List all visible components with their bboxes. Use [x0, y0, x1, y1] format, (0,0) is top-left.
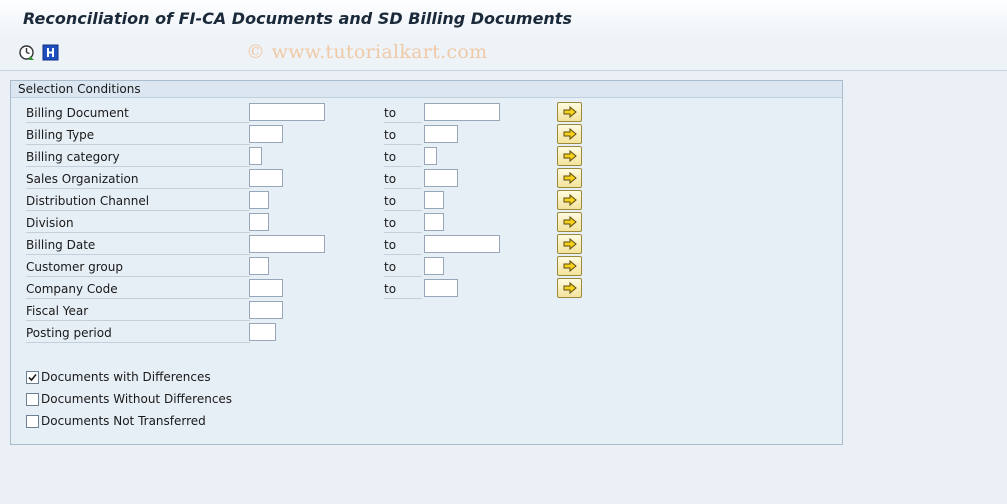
billing-type-row: Billing Type to: [11, 124, 842, 147]
billing-document-row: Billing Document to: [11, 102, 842, 125]
division-from-input[interactable]: [249, 213, 269, 231]
documents-with-differences-label: Documents with Differences: [41, 370, 211, 384]
fiscal-year-input[interactable]: [249, 301, 283, 319]
to-label: to: [384, 281, 422, 299]
arrow-right-icon: [563, 260, 577, 272]
billing-document-from-input[interactable]: [249, 103, 325, 121]
posting-period-label: Posting period: [26, 325, 250, 343]
posting-period-input[interactable]: [249, 323, 276, 341]
arrow-right-icon: [563, 128, 577, 140]
billing-type-to-input[interactable]: [424, 125, 458, 143]
billing-category-to-input[interactable]: [424, 147, 437, 165]
to-label: to: [384, 193, 422, 211]
billing-type-from-input[interactable]: [249, 125, 283, 143]
watermark: © www.tutorialkart.com: [246, 41, 488, 63]
checkmark-icon: [28, 373, 37, 382]
company-code-label: Company Code: [26, 281, 250, 299]
billing-date-from-input[interactable]: [249, 235, 325, 253]
division-multiple-selection-button[interactable]: [557, 212, 582, 232]
division-to-input[interactable]: [424, 213, 444, 231]
sales-organization-label: Sales Organization: [26, 171, 250, 189]
distribution-channel-from-input[interactable]: [249, 191, 269, 209]
to-label: to: [384, 215, 422, 233]
distribution-channel-label: Distribution Channel: [26, 193, 250, 211]
distribution-channel-to-input[interactable]: [424, 191, 444, 209]
information-button[interactable]: [42, 44, 59, 61]
billing-category-row: Billing category to: [11, 146, 842, 169]
to-label: to: [384, 237, 422, 255]
documents-with-differences-checkbox[interactable]: [26, 371, 39, 384]
customer-group-row: Customer group to: [11, 256, 842, 279]
arrow-right-icon: [563, 194, 577, 206]
billing-date-multiple-selection-button[interactable]: [557, 234, 582, 254]
to-label: to: [384, 149, 422, 167]
billing-document-label: Billing Document: [26, 105, 250, 123]
selection-screen: Selection Conditions Billing Document to…: [0, 71, 1007, 504]
arrow-right-icon: [563, 106, 577, 118]
division-row: Division to: [11, 212, 842, 235]
arrow-right-icon: [563, 238, 577, 250]
company-code-to-input[interactable]: [424, 279, 458, 297]
billing-date-row: Billing Date to: [11, 234, 842, 257]
documents-not-transferred-checkbox[interactable]: [26, 415, 39, 428]
customer-group-to-input[interactable]: [424, 257, 444, 275]
sales-organization-to-input[interactable]: [424, 169, 458, 187]
to-label: to: [384, 105, 422, 123]
company-code-row: Company Code to: [11, 278, 842, 301]
billing-category-from-input[interactable]: [249, 147, 262, 165]
sales-organization-multiple-selection-button[interactable]: [557, 168, 582, 188]
company-code-multiple-selection-button[interactable]: [557, 278, 582, 298]
selection-conditions-group: Selection Conditions Billing Document to…: [10, 80, 843, 445]
arrow-right-icon: [563, 282, 577, 294]
customer-group-from-input[interactable]: [249, 257, 269, 275]
distribution-channel-row: Distribution Channel to: [11, 190, 842, 213]
billing-document-to-input[interactable]: [424, 103, 500, 121]
to-label: to: [384, 127, 422, 145]
to-label: to: [384, 259, 422, 277]
arrow-right-icon: [563, 172, 577, 184]
info-icon: [42, 44, 59, 61]
documents-without-differences-checkbox[interactable]: [26, 393, 39, 406]
documents-without-differences-label: Documents Without Differences: [41, 392, 233, 406]
billing-date-to-input[interactable]: [424, 235, 500, 253]
customer-group-label: Customer group: [26, 259, 250, 277]
fiscal-year-label: Fiscal Year: [26, 303, 250, 321]
company-code-from-input[interactable]: [249, 279, 283, 297]
billing-category-multiple-selection-button[interactable]: [557, 146, 582, 166]
billing-category-label: Billing category: [26, 149, 250, 167]
posting-period-row: Posting period: [11, 323, 842, 345]
billing-document-multiple-selection-button[interactable]: [557, 102, 582, 122]
sales-organization-row: Sales Organization to: [11, 168, 842, 191]
billing-type-multiple-selection-button[interactable]: [557, 124, 582, 144]
billing-type-label: Billing Type: [26, 127, 250, 145]
application-toolbar: © www.tutorialkart.com: [0, 38, 1007, 71]
to-label: to: [384, 171, 422, 189]
documents-not-transferred-label: Documents Not Transferred: [41, 414, 206, 428]
arrow-right-icon: [563, 216, 577, 228]
execute-button[interactable]: [18, 44, 35, 61]
title-bar: Reconciliation of FI-CA Documents and SD…: [0, 0, 1007, 39]
sales-organization-from-input[interactable]: [249, 169, 283, 187]
group-title: Selection Conditions: [11, 81, 842, 98]
customer-group-multiple-selection-button[interactable]: [557, 256, 582, 276]
billing-date-label: Billing Date: [26, 237, 250, 255]
distribution-channel-multiple-selection-button[interactable]: [557, 190, 582, 210]
page-title: Reconciliation of FI-CA Documents and SD…: [23, 9, 572, 28]
fiscal-year-row: Fiscal Year: [11, 301, 842, 323]
execute-clock-icon: [19, 45, 34, 60]
division-label: Division: [26, 215, 250, 233]
arrow-right-icon: [563, 150, 577, 162]
